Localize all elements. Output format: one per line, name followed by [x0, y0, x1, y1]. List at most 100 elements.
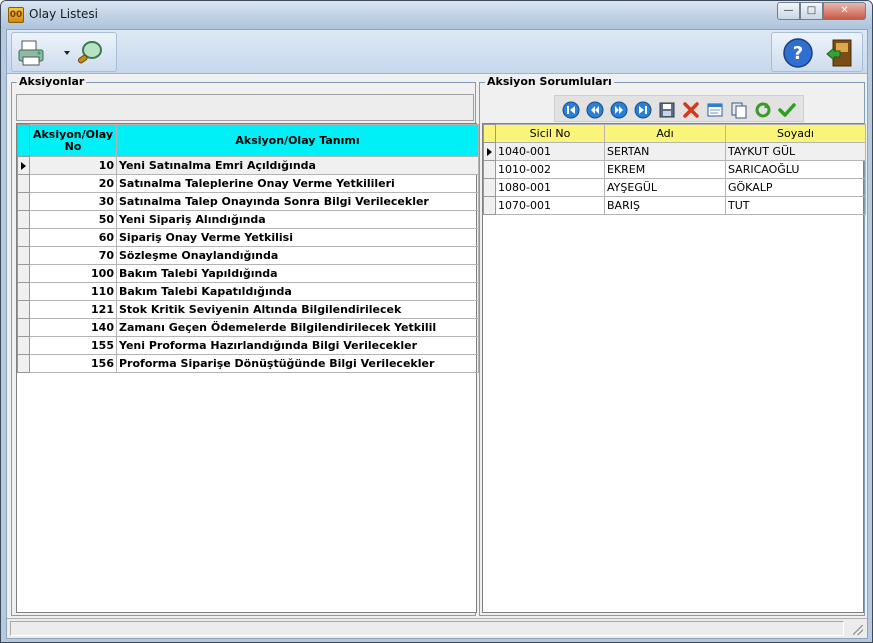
table-header-row: Aksiyon/Olay No Aksiyon/Olay Tanımı	[17, 124, 479, 157]
table-row[interactable]: 30 Satınalma Talep Onayında Sonra Bilgi V…	[17, 192, 479, 211]
actions-panel: Aksiyonlar Aksiyon/Olay No Aksiyon/Olay …	[11, 75, 479, 616]
first-icon[interactable]	[562, 101, 580, 119]
row-indicator	[17, 318, 30, 337]
responsibles-panel: Aksiyon Sorumluları Sicil No Adı Soyadı …	[479, 75, 866, 616]
column-header-no[interactable]: Aksiyon/Olay No	[29, 124, 117, 157]
row-indicator	[17, 354, 30, 373]
delete-icon[interactable]	[682, 101, 700, 119]
action-desc[interactable]: Yeni Proforma Hazırlandığında Bilgi Veri…	[116, 336, 479, 355]
column-header-soyadi[interactable]: Soyadı	[725, 124, 866, 143]
exit-icon[interactable]	[824, 37, 856, 69]
table-row[interactable]: 60 Sipariş Onay Verme Yetkilisi	[17, 228, 479, 247]
column-header-adi[interactable]: Adı	[604, 124, 726, 143]
action-desc[interactable]: Stok Kritik Seviyenin Altında Bilgilendi…	[116, 300, 479, 319]
table-row[interactable]: 156 Proforma Siparişe Dönüştüğünde Bilgi …	[17, 354, 479, 373]
actions-grid[interactable]: Aksiyon/Olay No Aksiyon/Olay Tanımı 10 Ye…	[16, 123, 479, 613]
action-desc[interactable]: Yeni Satınalma Emri Açıldığında	[116, 156, 479, 175]
last-name[interactable]: TAYKUT GÜL	[725, 142, 866, 161]
sicil-no[interactable]: 1010-002	[495, 160, 605, 179]
table-row[interactable]: 70 Sözleşme Onaylandığında	[17, 246, 479, 265]
close-button[interactable]: ✕	[823, 2, 866, 20]
status-panel	[10, 621, 844, 636]
first-name[interactable]: EKREM	[604, 160, 726, 179]
action-no[interactable]: 100	[29, 264, 117, 283]
table-row[interactable]: 100 Bakım Talebi Yapıldığında	[17, 264, 479, 283]
action-no[interactable]: 20	[29, 174, 117, 193]
actions-table: Aksiyon/Olay No Aksiyon/Olay Tanımı 10 Ye…	[17, 124, 479, 373]
row-indicator	[17, 156, 30, 175]
table-row[interactable]: 1040-001 SERTAN TAYKUT GÜL	[483, 142, 866, 161]
table-row[interactable]: 110 Bakım Talebi Kapatıldığında	[17, 282, 479, 301]
last-name[interactable]: SARICAOĞLU	[725, 160, 866, 179]
last-icon[interactable]	[634, 101, 652, 119]
app-window: 00 Olay Listesi — □ ✕ ? Aksiyonlar Aksiy…	[0, 0, 873, 643]
maximize-button[interactable]: □	[800, 2, 823, 20]
title-bar[interactable]: 00 Olay Listesi — □ ✕	[1, 1, 872, 29]
action-no[interactable]: 10	[29, 156, 117, 175]
last-name[interactable]: GÖKALP	[725, 178, 866, 197]
chevron-down-icon[interactable]	[64, 51, 70, 55]
edit-icon[interactable]	[706, 101, 724, 119]
next-icon[interactable]	[610, 101, 628, 119]
action-no[interactable]: 140	[29, 318, 117, 337]
svg-text:?: ?	[793, 43, 803, 64]
action-desc[interactable]: Yeni Sipariş Alındığında	[116, 210, 479, 229]
row-indicator	[17, 336, 30, 355]
last-name[interactable]: TUT	[725, 196, 866, 215]
action-no[interactable]: 60	[29, 228, 117, 247]
table-row[interactable]: 20 Satınalma Taleplerine Onay Verme Yetki…	[17, 174, 479, 193]
table-row[interactable]: 1070-001 BARIŞ TUT	[483, 196, 866, 215]
action-desc[interactable]: Bakım Talebi Kapatıldığında	[116, 282, 479, 301]
status-bar	[7, 618, 867, 638]
responsibles-grid[interactable]: Sicil No Adı Soyadı 1040-001 SERTAN TAYKUT…	[482, 123, 866, 613]
action-no[interactable]: 121	[29, 300, 117, 319]
responsibles-table: Sicil No Adı Soyadı 1040-001 SERTAN TAYKUT…	[483, 124, 866, 215]
row-indicator	[17, 246, 30, 265]
action-desc[interactable]: Zamanı Geçen Ödemelerde Bilgilendirilece…	[116, 318, 479, 337]
first-name[interactable]: SERTAN	[604, 142, 726, 161]
prior-icon[interactable]	[586, 101, 604, 119]
column-header-sicil[interactable]: Sicil No	[495, 124, 605, 143]
action-no[interactable]: 110	[29, 282, 117, 301]
action-no[interactable]: 30	[29, 192, 117, 211]
save-icon[interactable]	[658, 101, 676, 119]
print-icon[interactable]	[16, 37, 48, 69]
table-row[interactable]: 1010-002 EKREM SARICAOĞLU	[483, 160, 866, 179]
table-row[interactable]: 155 Yeni Proforma Hazırlandığında Bilgi V…	[17, 336, 479, 355]
action-no[interactable]: 50	[29, 210, 117, 229]
sicil-no[interactable]: 1040-001	[495, 142, 605, 161]
check-icon[interactable]	[778, 101, 796, 119]
action-desc[interactable]: Proforma Siparişe Dönüştüğünde Bilgi Ver…	[116, 354, 479, 373]
table-row[interactable]: 140 Zamanı Geçen Ödemelerde Bilgilendiril…	[17, 318, 479, 337]
action-desc[interactable]: Sözleşme Onaylandığında	[116, 246, 479, 265]
row-indicator	[483, 142, 496, 161]
table-row[interactable]: 50 Yeni Sipariş Alındığında	[17, 210, 479, 229]
column-header-desc[interactable]: Aksiyon/Olay Tanımı	[116, 124, 479, 157]
action-desc[interactable]: Bakım Talebi Yapıldığında	[116, 264, 479, 283]
action-desc[interactable]: Sipariş Onay Verme Yetkilisi	[116, 228, 479, 247]
refresh-icon[interactable]	[754, 101, 772, 119]
help-icon[interactable]: ?	[782, 37, 814, 69]
row-indicator	[17, 282, 30, 301]
action-desc[interactable]: Satınalma Taleplerine Onay Verme Yetkili…	[116, 174, 479, 193]
action-no[interactable]: 70	[29, 246, 117, 265]
search-icon[interactable]	[74, 37, 106, 69]
copy-icon[interactable]	[730, 101, 748, 119]
table-row[interactable]: 10 Yeni Satınalma Emri Açıldığında	[17, 156, 479, 175]
sicil-no[interactable]: 1080-001	[495, 178, 605, 197]
row-indicator	[17, 264, 30, 283]
resize-grip-icon[interactable]	[853, 625, 863, 635]
action-no[interactable]: 156	[29, 354, 117, 373]
table-row[interactable]: 1080-001 AYŞEGÜL GÖKALP	[483, 178, 866, 197]
sicil-no[interactable]: 1070-001	[495, 196, 605, 215]
minimize-button[interactable]: —	[777, 2, 800, 20]
table-header-row: Sicil No Adı Soyadı	[483, 124, 866, 143]
table-row[interactable]: 121 Stok Kritik Seviyenin Altında Bilgile…	[17, 300, 479, 319]
first-name[interactable]: AYŞEGÜL	[604, 178, 726, 197]
action-desc[interactable]: Satınalma Talep Onayında Sonra Bilgi Ver…	[116, 192, 479, 211]
row-indicator	[17, 210, 30, 229]
action-no[interactable]: 155	[29, 336, 117, 355]
first-name[interactable]: BARIŞ	[604, 196, 726, 215]
window-title: Olay Listesi	[29, 7, 98, 21]
row-indicator	[17, 174, 30, 193]
